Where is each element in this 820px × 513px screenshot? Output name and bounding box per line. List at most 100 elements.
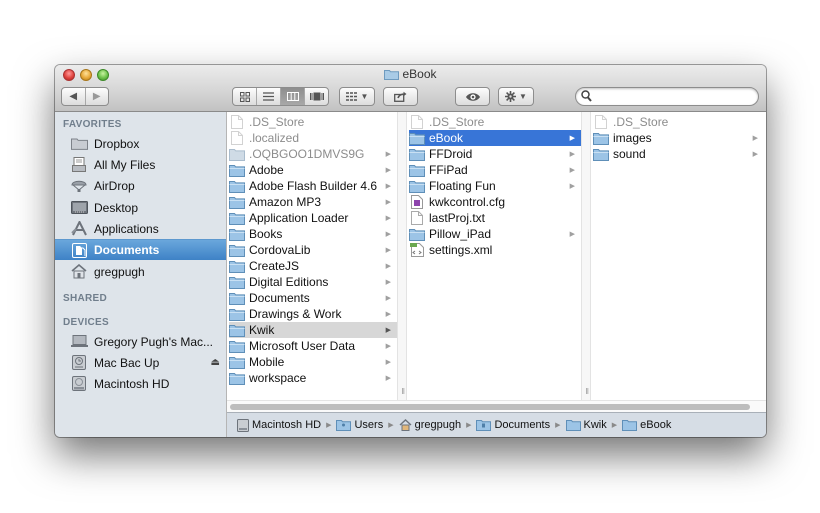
chevron-down-icon: ▼ <box>360 92 369 101</box>
folder-row[interactable]: CordovaLib ▶ <box>229 242 397 258</box>
file-row[interactable]: .DS_Store <box>409 114 581 130</box>
sidebar-item-airdrop[interactable]: AirDrop <box>55 175 226 196</box>
path-item[interactable]: Kwik <box>565 419 607 431</box>
forward-button[interactable]: ▶ <box>86 88 109 105</box>
path-separator-icon: ▶ <box>466 422 472 429</box>
folder-row[interactable]: Pillow_iPad ▶ <box>409 226 581 242</box>
folder-row[interactable]: FFDroid ▶ <box>409 146 581 162</box>
sidebar-item-all-my-files[interactable]: All My Files <box>55 154 226 175</box>
folder-row[interactable]: FFiPad ▶ <box>409 162 581 178</box>
item-name: CordovaLib <box>249 243 311 257</box>
folder-icon <box>409 179 425 193</box>
search-input[interactable] <box>594 89 758 106</box>
folder-icon <box>593 131 609 145</box>
action-button[interactable]: ▼ <box>498 87 534 106</box>
item-name: Microsoft User Data <box>249 339 356 353</box>
folder-icon <box>622 419 638 431</box>
sidebar-item-documents[interactable]: Documents <box>55 239 226 260</box>
eject-icon[interactable]: ⏏ <box>211 357 220 368</box>
laptop-icon <box>70 334 88 350</box>
folder-icon <box>409 227 425 241</box>
xml-file-icon <box>409 243 425 257</box>
sidebar-item-dropbox[interactable]: Dropbox <box>55 133 226 154</box>
folder-row[interactable]: Digital Editions ▶ <box>229 274 397 290</box>
folder-row[interactable]: CreateJS ▶ <box>229 258 397 274</box>
item-name: images <box>613 131 652 145</box>
item-name: .OQBGOO1DMVS9G <box>249 147 365 161</box>
path-bar: Macintosh HD ▶ Users ▶ gregpugh ▶ Documents ▶ Kw… <box>227 412 766 437</box>
disclosure-arrow-icon: ▶ <box>569 183 575 190</box>
file-row[interactable]: .DS_Store <box>229 114 397 130</box>
path-item[interactable]: gregpugh <box>399 419 461 431</box>
sidebar-item-gregory-pughs-mac[interactable]: Gregory Pugh's Mac... <box>55 331 226 352</box>
column-resize-handle[interactable]: II <box>581 112 591 400</box>
folder-icon <box>593 147 609 161</box>
sidebar-item-label: Mac Bac Up <box>94 355 160 370</box>
path-item-label: Kwik <box>583 419 607 431</box>
path-separator-icon: ▶ <box>326 422 332 429</box>
sidebar-item-desktop[interactable]: Desktop <box>55 197 226 218</box>
folder-row[interactable]: images ▶ <box>593 130 764 146</box>
folder-row[interactable]: Microsoft User Data ▶ <box>229 338 397 354</box>
path-item[interactable]: Users <box>336 419 383 431</box>
sidebar-item-applications[interactable]: Applications <box>55 218 226 239</box>
folder-row[interactable]: sound ▶ <box>593 146 764 162</box>
folder-row[interactable]: Books ▶ <box>229 226 397 242</box>
folder-row[interactable]: Amazon MP3 ▶ <box>229 194 397 210</box>
item-name: .DS_Store <box>613 115 669 129</box>
path-item-label: eBook <box>640 419 672 431</box>
sidebar-item-macintosh-hd[interactable]: Macintosh HD <box>55 373 226 394</box>
item-name: Floating Fun <box>429 179 496 193</box>
folder-row[interactable]: Floating Fun ▶ <box>409 178 581 194</box>
item-name: FFDroid <box>429 147 473 161</box>
horizontal-scrollbar[interactable] <box>227 400 766 412</box>
column-view-button[interactable] <box>281 88 305 105</box>
disclosure-arrow-icon: ▶ <box>385 247 391 254</box>
sidebar-item-mac-bac-up[interactable]: Mac Bac Up ⏏ <box>55 352 226 373</box>
folder-row[interactable]: Documents ▶ <box>229 290 397 306</box>
arrange-button[interactable]: ▼ <box>339 87 375 106</box>
path-item[interactable]: Documents <box>476 419 550 431</box>
folder-icon <box>229 275 245 289</box>
forward-arrow-icon: ▶ <box>92 91 101 102</box>
disclosure-arrow-icon: ▶ <box>752 151 758 158</box>
file-row[interactable]: lastProj.txt <box>409 210 581 226</box>
back-arrow-icon: ◀ <box>69 91 78 102</box>
coverflow-view-button[interactable] <box>305 88 328 105</box>
folder-row[interactable]: Drawings & Work ▶ <box>229 306 397 322</box>
file-row[interactable]: settings.xml <box>409 242 581 258</box>
folder-row[interactable]: Kwik ▶ <box>229 322 397 338</box>
folder-row[interactable]: Application Loader ▶ <box>229 210 397 226</box>
item-name: .localized <box>249 131 300 145</box>
document-icon <box>593 115 609 129</box>
hard-drive-icon <box>70 376 88 392</box>
path-item-label: Users <box>354 419 384 431</box>
folder-row[interactable]: workspace ▶ <box>229 370 397 386</box>
file-row[interactable]: .localized <box>229 130 397 146</box>
path-item[interactable]: Macintosh HD <box>237 418 321 432</box>
search-field[interactable] <box>575 87 759 106</box>
file-row[interactable]: kwkcontrol.cfg <box>409 194 581 210</box>
file-row[interactable]: .DS_Store <box>593 114 764 130</box>
column-resize-handle[interactable]: II <box>397 112 407 400</box>
item-name: Adobe <box>249 163 284 177</box>
sidebar-item-label: Desktop <box>94 200 139 215</box>
sidebar-item-gregpugh[interactable]: gregpugh <box>55 261 226 282</box>
list-view-button[interactable] <box>257 88 281 105</box>
eye-icon <box>465 92 480 101</box>
disclosure-arrow-icon: ▶ <box>385 199 391 206</box>
grip-icon: II <box>585 387 590 396</box>
folder-row[interactable]: Adobe Flash Builder 4.6 ▶ <box>229 178 397 194</box>
path-item[interactable]: eBook <box>622 419 671 431</box>
share-button[interactable] <box>383 87 418 106</box>
folder-row[interactable]: eBook ▶ <box>409 130 581 146</box>
quick-look-button[interactable] <box>455 87 490 106</box>
home-icon <box>399 419 412 431</box>
icon-view-button[interactable] <box>233 88 257 105</box>
folder-row[interactable]: Mobile ▶ <box>229 354 397 370</box>
folder-icon <box>229 323 245 337</box>
back-button[interactable]: ◀ <box>62 88 86 105</box>
folder-row[interactable]: Adobe ▶ <box>229 162 397 178</box>
scrollbar-thumb[interactable] <box>230 404 750 410</box>
folder-row[interactable]: .OQBGOO1DMVS9G ▶ <box>229 146 397 162</box>
